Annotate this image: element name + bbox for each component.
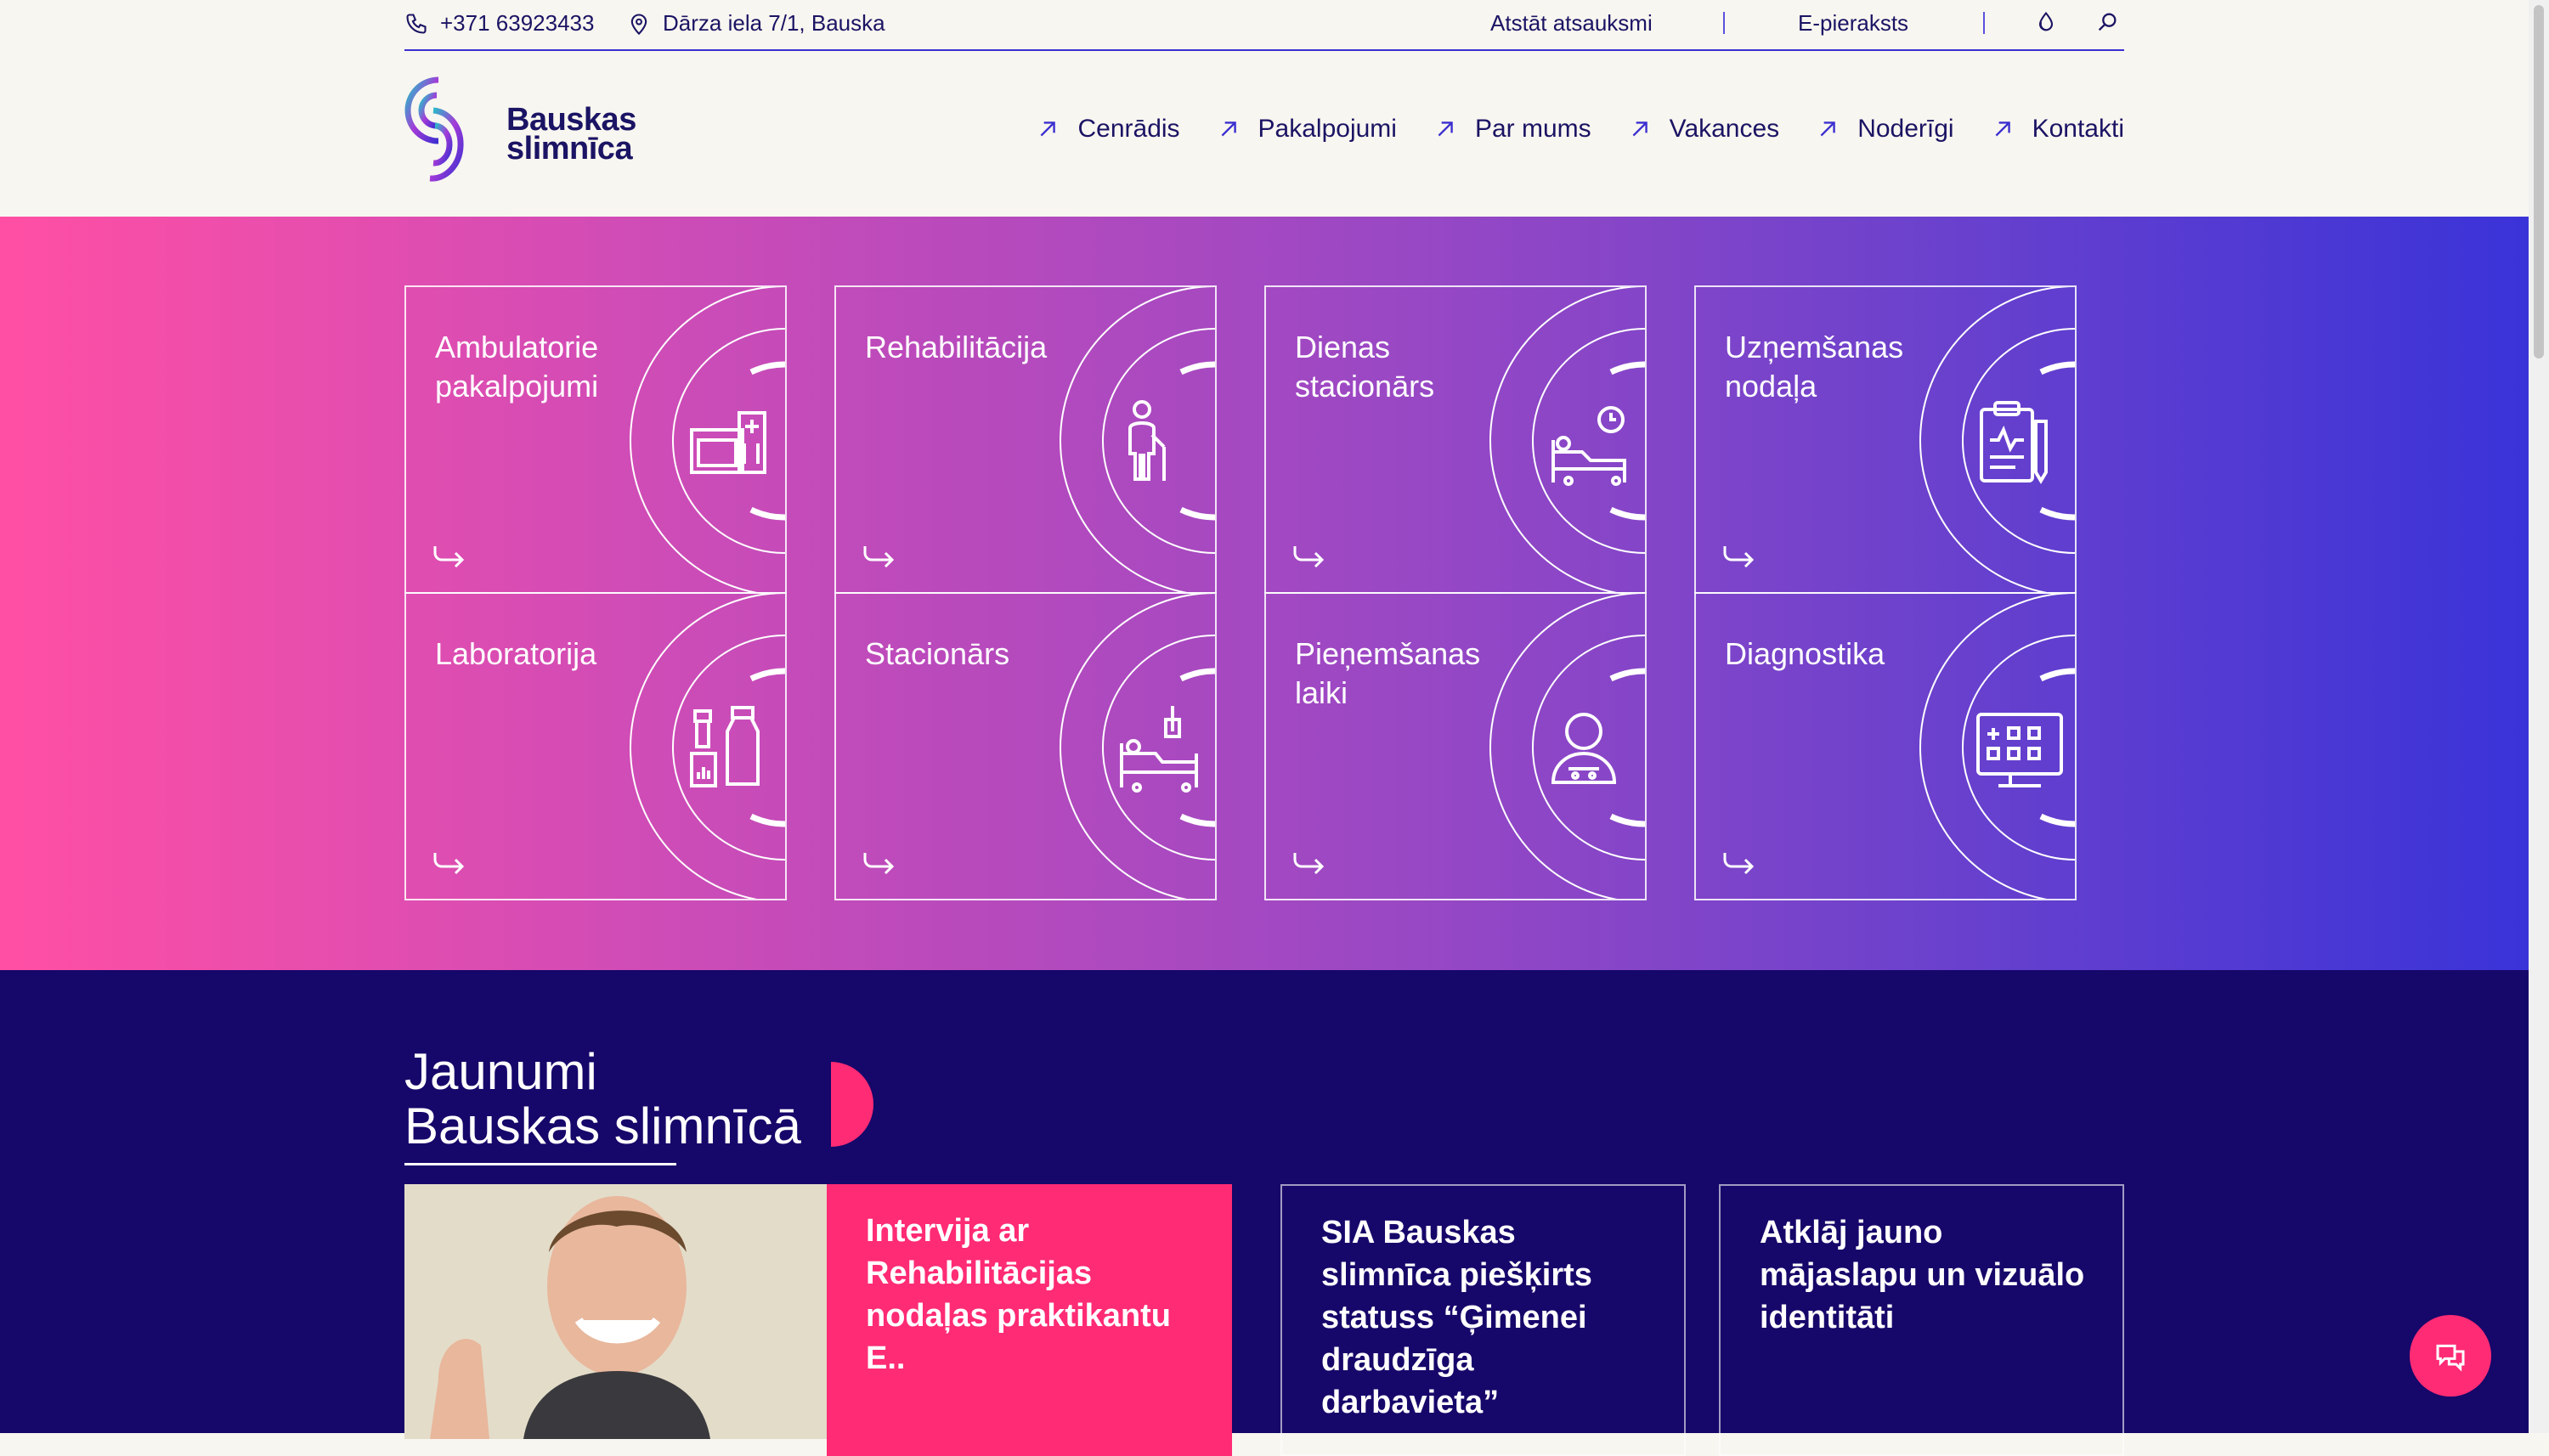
address-text: Dārza iela 7/1, Bauska: [663, 10, 885, 36]
search-icon: [2098, 13, 2117, 31]
logo-line2: slimnīca: [506, 131, 633, 166]
news-card-interview[interactable]: Intervija ar Rehabilitācijas nodaļas pra…: [827, 1184, 1232, 1456]
hospital-bed-icon: [1120, 706, 1198, 793]
nav-item-vakances[interactable]: Vakances: [1629, 115, 1780, 144]
patient-icon: [1551, 713, 1617, 784]
service-card-dienas-stacionars[interactable]: Dienas stacionārs: [1264, 285, 1647, 594]
nav-label: Kontakti: [2032, 115, 2124, 143]
service-card-ambulatorie[interactable]: Ambulatorie pakalpojumi: [404, 285, 787, 594]
lab-bottles-icon: [690, 706, 760, 787]
nav-item-kontakti[interactable]: Kontakti: [1992, 115, 2124, 144]
arrow-up-right-icon: [1041, 121, 1056, 137]
arrow-up-right-icon: [1221, 121, 1236, 137]
return-arrow-icon: [433, 546, 465, 568]
news-photo[interactable]: [404, 1184, 827, 1439]
bed-clock-icon: [1551, 406, 1626, 486]
nav-item-par-mums[interactable]: Par mums: [1434, 115, 1591, 144]
feedback-link[interactable]: Atstāt atsauksmi: [1490, 10, 1653, 37]
arrow-up-right-icon: [1438, 121, 1453, 137]
news-heading-line2: Bauskas slimnīcā: [404, 1098, 801, 1154]
arrow-up-right-icon: [1820, 121, 1835, 137]
monitor-icon: [1976, 713, 2063, 787]
nav-item-noderigi[interactable]: Noderīgi: [1817, 115, 1954, 144]
logo-mark-icon: [404, 76, 464, 182]
news-heading: Jaunumi Bauskas slimnīcā: [404, 1045, 801, 1154]
top-bar: +371 63923433 Dārza iela 7/1, Bauska Ats…: [404, 0, 2124, 51]
nav-item-pakalpojumi[interactable]: Pakalpojumi: [1218, 115, 1397, 144]
divider: [1983, 12, 1985, 34]
nav-label: Noderīgi: [1857, 115, 1954, 143]
return-arrow-icon: [863, 853, 895, 875]
walking-person-icon: [1128, 400, 1166, 481]
arrow-up-right-icon: [1632, 121, 1648, 137]
news-heading-line1: Jaunumi: [404, 1043, 597, 1100]
clipboard-icon: [1980, 401, 2048, 484]
logo-line1: Bauskas: [506, 102, 636, 138]
nav-item-cenradis[interactable]: Cenrādis: [1037, 115, 1180, 144]
return-arrow-icon: [1293, 853, 1325, 875]
service-card-diagnostika[interactable]: Diagnostika: [1694, 592, 2077, 900]
service-card-rehabilitacija[interactable]: Rehabilitācija: [834, 285, 1217, 594]
service-card-pienemsanas-laiki[interactable]: Pieņemšanas laiki: [1264, 592, 1647, 900]
nav-label: Vakances: [1669, 115, 1780, 143]
nav-label: Par mums: [1474, 115, 1591, 143]
arrow-up-right-icon: [1995, 121, 2010, 137]
feedback-label: Atstāt atsauksmi: [1490, 10, 1653, 36]
person-photo-icon: [404, 1184, 827, 1439]
phone-number: +371 63923433: [440, 10, 595, 36]
e-booking-label: E-pieraksts: [1798, 10, 1909, 36]
service-card-stacionars[interactable]: Stacionārs: [834, 592, 1217, 900]
chat-bubbles-icon: [2436, 1344, 2465, 1372]
return-arrow-icon: [1723, 546, 1755, 568]
nav-label: Pakalpojumi: [1258, 115, 1397, 143]
news-card-family-friendly[interactable]: SIA Bauskas slimnīca piešķirts statuss “…: [1280, 1184, 1686, 1456]
return-arrow-icon: [863, 546, 895, 568]
service-card-laboratorija[interactable]: Laboratorija: [404, 592, 787, 900]
accessibility-button[interactable]: [2034, 10, 2058, 34]
services-hero: Ambulatorie pakalpojumi Rehabilitācija D…: [0, 217, 2529, 970]
scrollbar-thumb[interactable]: [2534, 5, 2544, 358]
service-card-uznemsanas[interactable]: Uzņemšanas nodaļa: [1694, 285, 2077, 594]
news-card-title: SIA Bauskas slimnīca piešķirts statuss “…: [1321, 1215, 1592, 1420]
main-nav: Cenrādis Pakalpojumi Par mums Vakances N…: [999, 115, 2124, 144]
nav-label: Cenrādis: [1077, 115, 1180, 143]
logo-text: Bauskas slimnīca: [506, 102, 636, 166]
heading-underline: [404, 1163, 676, 1165]
e-booking-link[interactable]: E-pieraksts: [1798, 10, 1908, 37]
phone-icon: [406, 13, 427, 34]
divider: [1723, 12, 1725, 34]
building-icon: [690, 411, 766, 474]
site-logo[interactable]: Bauskas slimnīca: [404, 76, 636, 183]
phone-link[interactable]: +371 63923433: [404, 10, 594, 37]
return-arrow-icon: [433, 853, 465, 875]
scrollbar[interactable]: [2529, 0, 2549, 1433]
search-button[interactable]: [2095, 10, 2119, 34]
news-card-new-website[interactable]: Atklāj jauno mājaslapu un vizuālo identi…: [1719, 1184, 2124, 1456]
chat-button[interactable]: [2410, 1315, 2491, 1397]
return-arrow-icon: [1723, 853, 1755, 875]
contrast-drop-icon: [2038, 11, 2054, 31]
address-link[interactable]: Dārza iela 7/1, Bauska: [627, 10, 885, 37]
news-section: Jaunumi Bauskas slimnīcā Intervija ar Re…: [0, 970, 2529, 1456]
location-pin-icon: [630, 14, 647, 35]
return-arrow-icon: [1293, 546, 1325, 568]
half-circle-decoration: [831, 1062, 873, 1147]
news-card-title: Intervija ar Rehabilitācijas nodaļas pra…: [866, 1213, 1171, 1376]
news-card-title: Atklāj jauno mājaslapu un vizuālo identi…: [1760, 1215, 2085, 1335]
